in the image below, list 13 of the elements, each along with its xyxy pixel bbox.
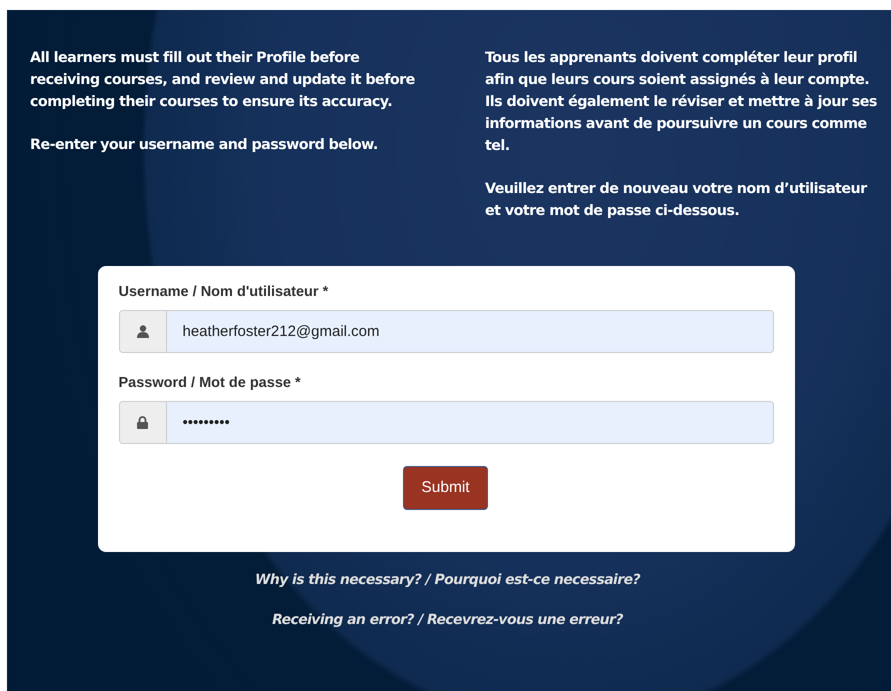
username-field[interactable]: heatherfoster212@gmail.com [118, 310, 774, 353]
intro-text: All learners must fill out their Profile before receiving courses, and review and update it before completing their courses to ensure its accuracy. [30, 49, 416, 112]
password-field[interactable]: ••••••••• [118, 401, 774, 444]
lock-icon [137, 416, 148, 429]
intro-text: Re-enter your username and password below. [30, 136, 379, 155]
field-label: Password / Mot de passe * [118, 375, 302, 391]
field-label: Username / Nom d'utilisateur * [118, 284, 330, 300]
user-icon [136, 325, 148, 338]
intro-text: Tous les apprenants doivent compléter leur profil afin que leurs cours soient assignés à leur compte. Ils doivent également le réviser et mettre à jour ses informations avant de poursuivre un cours comme tel. [485, 49, 878, 156]
intro-text: Veuillez entrer de nouveau votre nom d’utilisateur et votre mot de passe ci-dessous. [485, 180, 868, 221]
submit-button[interactable]: Submit [403, 466, 488, 510]
help-link[interactable]: Why is this necessary? / Pourquoi est-ce necessaire? [255, 572, 640, 588]
help-link[interactable]: Receiving an error? / Recevrez-vous une erreur? [272, 612, 623, 628]
